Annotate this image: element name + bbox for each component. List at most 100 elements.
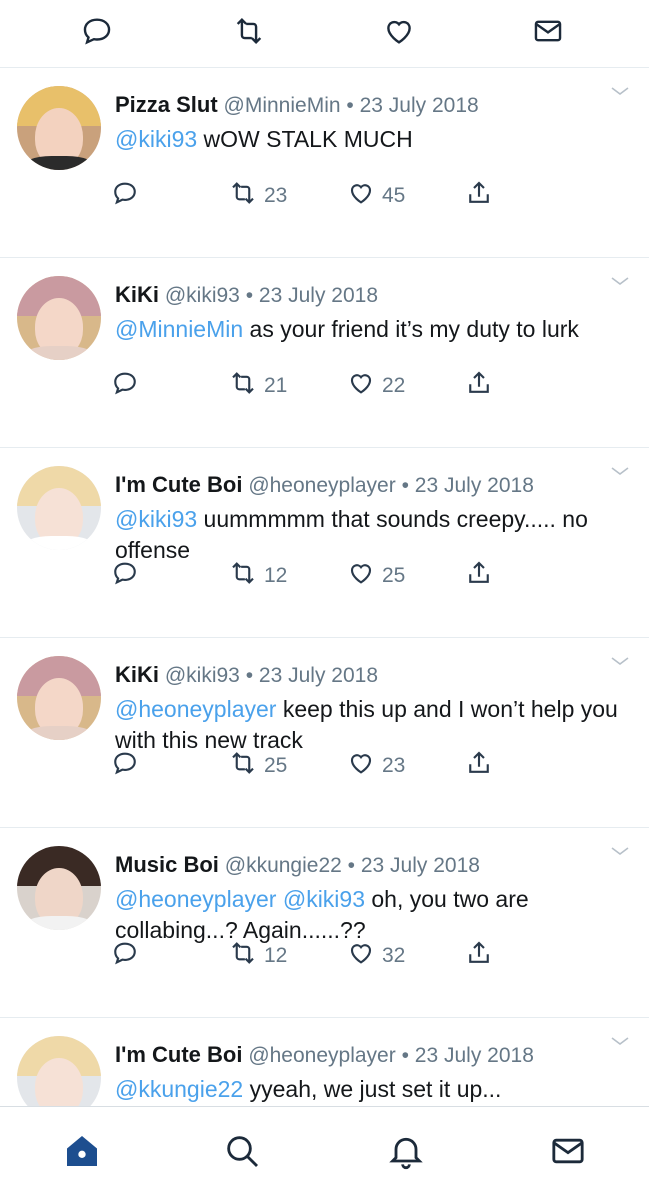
tweet-text: @MinnieMin as your friend it’s my duty t… bbox=[115, 314, 625, 345]
chevron-down-icon[interactable] bbox=[609, 274, 631, 288]
tweet-date[interactable]: 23 July 2018 bbox=[259, 664, 378, 687]
retweet-count: 12 bbox=[264, 564, 288, 587]
tweet-date[interactable]: 23 July 2018 bbox=[415, 1044, 534, 1067]
display-name[interactable]: Music Boi bbox=[115, 852, 219, 877]
reply-button[interactable] bbox=[110, 176, 140, 216]
tweet[interactable]: KiKi @kiki93 • 23 July 2018 @MinnieMin a… bbox=[0, 258, 649, 448]
user-handle[interactable]: @heoneyplayer bbox=[248, 1044, 395, 1067]
user-handle[interactable]: @kkungie22 bbox=[225, 854, 342, 877]
tweet-feed[interactable]: Pizza Slut @MinnieMin • 23 July 2018 @ki… bbox=[0, 68, 649, 1106]
retweet-button[interactable]: 25 bbox=[228, 746, 287, 786]
avatar-shirt bbox=[21, 536, 97, 550]
like-button[interactable]: 32 bbox=[346, 936, 405, 976]
share-button[interactable] bbox=[464, 366, 494, 406]
reply-button[interactable] bbox=[110, 556, 140, 596]
tweet-actions: 25 23 bbox=[110, 746, 530, 786]
avatar[interactable] bbox=[17, 846, 101, 930]
user-handle[interactable]: @kiki93 bbox=[165, 664, 240, 687]
search-icon[interactable] bbox=[222, 1131, 262, 1171]
separator-dot: • bbox=[346, 94, 354, 117]
user-handle[interactable]: @MinnieMin bbox=[224, 94, 341, 117]
like-count: 22 bbox=[382, 374, 406, 397]
retweet-button[interactable]: 21 bbox=[228, 366, 287, 406]
mention-link[interactable]: @MinnieMin bbox=[115, 316, 243, 342]
retweet-button[interactable]: 12 bbox=[228, 556, 287, 596]
notifications-icon[interactable] bbox=[386, 1131, 426, 1171]
avatar-shirt bbox=[21, 726, 97, 740]
reply-icon[interactable] bbox=[80, 14, 114, 48]
tweet-date[interactable]: 23 July 2018 bbox=[415, 474, 534, 497]
retweet-button[interactable]: 12 bbox=[228, 936, 287, 976]
chevron-down-icon[interactable] bbox=[609, 1034, 631, 1048]
like-button[interactable]: 45 bbox=[346, 176, 405, 216]
like-icon bbox=[346, 748, 376, 784]
share-button[interactable] bbox=[464, 746, 494, 786]
like-button[interactable]: 25 bbox=[346, 556, 405, 596]
home-icon[interactable] bbox=[62, 1131, 102, 1171]
avatar[interactable] bbox=[17, 466, 101, 550]
avatar[interactable] bbox=[17, 1036, 101, 1106]
tweet-header: Pizza Slut @MinnieMin • 23 July 2018 bbox=[115, 92, 479, 118]
tweet-actions: 12 25 bbox=[110, 556, 530, 596]
previous-tweet-actions bbox=[0, 0, 649, 68]
display-name[interactable]: Pizza Slut bbox=[115, 92, 218, 117]
user-handle[interactable]: @heoneyplayer bbox=[248, 474, 395, 497]
tweet[interactable]: Music Boi @kkungie22 • 23 July 2018 @heo… bbox=[0, 828, 649, 1018]
reply-button[interactable] bbox=[110, 366, 140, 406]
share-button[interactable] bbox=[464, 176, 494, 216]
mention-link[interactable]: @kiki93 bbox=[115, 126, 197, 152]
mention-link[interactable]: @heoneyplayer @kiki93 bbox=[115, 886, 365, 912]
reply-button[interactable] bbox=[110, 746, 140, 786]
avatar[interactable] bbox=[17, 276, 101, 360]
reply-button[interactable] bbox=[110, 936, 140, 976]
display-name[interactable]: KiKi bbox=[115, 662, 159, 687]
message-icon[interactable] bbox=[531, 14, 565, 48]
separator-dot: • bbox=[245, 284, 254, 307]
tweet[interactable]: I'm Cute Boi @heoneyplayer • 23 July 201… bbox=[0, 448, 649, 638]
like-button[interactable]: 23 bbox=[346, 746, 405, 786]
tweet-date[interactable]: 23 July 2018 bbox=[360, 94, 479, 117]
retweet-button[interactable]: 23 bbox=[228, 176, 287, 216]
display-name[interactable]: I'm Cute Boi bbox=[115, 472, 242, 497]
mention-link[interactable]: @kiki93 bbox=[115, 506, 197, 532]
chevron-down-icon[interactable] bbox=[609, 654, 631, 668]
chevron-down-icon[interactable] bbox=[609, 464, 631, 478]
mention-link[interactable]: @heoneyplayer bbox=[115, 696, 276, 722]
like-icon bbox=[346, 938, 376, 974]
tweet-actions: 21 22 bbox=[110, 366, 530, 406]
display-name[interactable]: KiKi bbox=[115, 282, 159, 307]
chevron-down-icon[interactable] bbox=[609, 844, 631, 858]
mention-link[interactable]: @kkungie22 bbox=[115, 1076, 243, 1102]
avatar-shirt bbox=[21, 916, 97, 930]
display-name[interactable]: I'm Cute Boi bbox=[115, 1042, 242, 1067]
reply-icon bbox=[110, 748, 140, 784]
tweet-actions: 23 45 bbox=[110, 176, 530, 216]
avatar[interactable] bbox=[17, 86, 101, 170]
tweet[interactable]: I'm Cute Boi @heoneyplayer • 23 July 201… bbox=[0, 1018, 649, 1106]
share-button[interactable] bbox=[464, 936, 494, 976]
tweet-text-segment: as your friend it’s my duty to lurk bbox=[243, 316, 579, 342]
tweet-header: KiKi @kiki93 • 23 July 2018 bbox=[115, 662, 378, 688]
retweet-icon bbox=[228, 558, 258, 594]
like-icon[interactable] bbox=[382, 14, 416, 48]
user-handle[interactable]: @kiki93 bbox=[165, 284, 240, 307]
avatar[interactable] bbox=[17, 656, 101, 740]
tweet-date[interactable]: 23 July 2018 bbox=[259, 284, 378, 307]
retweet-count: 23 bbox=[264, 184, 288, 207]
reply-icon bbox=[110, 938, 140, 974]
chevron-down-icon[interactable] bbox=[609, 84, 631, 98]
separator-dot: • bbox=[401, 474, 409, 497]
messages-icon[interactable] bbox=[548, 1131, 588, 1171]
share-icon bbox=[464, 558, 494, 594]
tweet-date[interactable]: 23 July 2018 bbox=[361, 854, 480, 877]
retweet-icon bbox=[228, 368, 258, 404]
like-button[interactable]: 22 bbox=[346, 366, 405, 406]
tweet[interactable]: Pizza Slut @MinnieMin • 23 July 2018 @ki… bbox=[0, 68, 649, 258]
retweet-icon[interactable] bbox=[232, 14, 266, 48]
like-icon bbox=[346, 368, 376, 404]
avatar-shirt bbox=[21, 346, 97, 360]
retweet-icon bbox=[228, 938, 258, 974]
tweet[interactable]: KiKi @kiki93 • 23 July 2018 @heoneyplaye… bbox=[0, 638, 649, 828]
tweet-actions: 12 32 bbox=[110, 936, 530, 976]
share-button[interactable] bbox=[464, 556, 494, 596]
